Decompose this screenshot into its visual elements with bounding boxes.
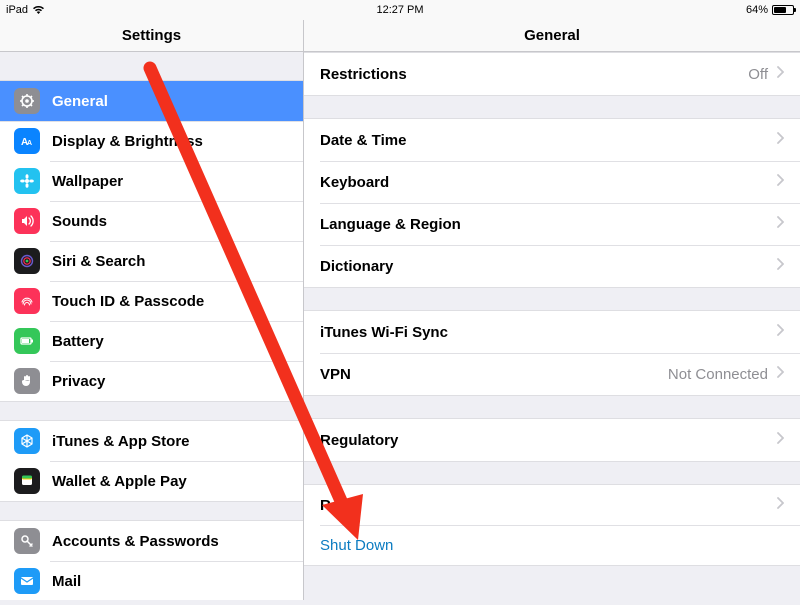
row-label: Reset [320,497,776,514]
general-detail-pane: Restrictions Off Date & Time Keyboard La… [304,52,800,600]
sidebar-item-label: Accounts & Passwords [52,533,289,550]
wifi-icon [32,5,45,15]
row-label: VPN [320,366,668,383]
sidebar-title: Settings [0,20,304,51]
sidebar-item-appstore[interactable]: iTunes & App Store [0,421,303,461]
device-label: iPad [6,4,28,16]
row-itunes-wifi-sync[interactable]: iTunes Wi-Fi Sync [304,311,800,353]
row-label: Date & Time [320,132,776,149]
sidebar-item-label: Wallet & Apple Pay [52,473,289,490]
row-language-region[interactable]: Language & Region [304,203,800,245]
gear-icon [14,88,40,114]
chevron-right-icon [776,215,784,233]
sidebar-item-accounts[interactable]: Accounts & Passwords [0,521,303,561]
battery-icon [772,5,794,15]
battery-icon [14,328,40,354]
sidebar-item-display[interactable]: AA Display & Brightness [0,121,303,161]
sidebar-item-siri[interactable]: Siri & Search [0,241,303,281]
flower-icon [14,168,40,194]
settings-sidebar: General AA Display & Brightness Wallpape… [0,52,304,600]
wallet-icon [14,468,40,494]
detail-title: General [304,20,800,51]
header-bar: Settings General [0,20,800,52]
row-label: Regulatory [320,432,776,449]
speaker-icon [14,208,40,234]
row-value: Off [748,66,768,83]
sidebar-item-wallet[interactable]: Wallet & Apple Pay [0,461,303,501]
detail-group-sync: iTunes Wi-Fi Sync VPN Not Connected [304,310,800,396]
sidebar-group-1: General AA Display & Brightness Wallpape… [0,80,303,402]
row-label: iTunes Wi-Fi Sync [320,324,776,341]
row-shut-down[interactable]: Shut Down [304,525,800,565]
row-reset[interactable]: Reset [304,485,800,525]
hand-icon [14,368,40,394]
row-dictionary[interactable]: Dictionary [304,245,800,287]
sidebar-item-label: Display & Brightness [52,133,289,150]
row-label: Language & Region [320,216,776,233]
status-bar: iPad 12:27 PM 64% [0,0,800,20]
detail-group-reset: Reset Shut Down [304,484,800,566]
sidebar-item-label: Privacy [52,373,289,390]
sidebar-item-touchid[interactable]: Touch ID & Passcode [0,281,303,321]
sidebar-item-label: Sounds [52,213,289,230]
chevron-right-icon [776,431,784,449]
sidebar-item-wallpaper[interactable]: Wallpaper [0,161,303,201]
sidebar-item-label: Siri & Search [52,253,289,270]
svg-text:A: A [27,140,32,147]
sidebar-item-privacy[interactable]: Privacy [0,361,303,401]
row-date-time[interactable]: Date & Time [304,119,800,161]
row-label: Dictionary [320,258,776,275]
clock: 12:27 PM [376,4,423,16]
row-keyboard[interactable]: Keyboard [304,161,800,203]
chevron-right-icon [776,496,784,514]
siri-icon [14,248,40,274]
row-restrictions[interactable]: Restrictions Off [304,53,800,95]
sidebar-item-mail[interactable]: Mail [0,561,303,600]
detail-group-localization: Date & Time Keyboard Language & Region D… [304,118,800,288]
sidebar-item-label: Wallpaper [52,173,289,190]
sidebar-item-battery[interactable]: Battery [0,321,303,361]
sidebar-item-general[interactable]: General [0,81,303,121]
detail-group-regulatory: Regulatory [304,418,800,462]
sidebar-item-label: Battery [52,333,289,350]
sidebar-item-label: Touch ID & Passcode [52,293,289,310]
battery-percent: 64% [746,4,768,16]
sidebar-item-label: iTunes & App Store [52,433,289,450]
chevron-right-icon [776,131,784,149]
chevron-right-icon [776,257,784,275]
mail-icon [14,568,40,594]
shut-down-link[interactable]: Shut Down [320,537,393,554]
text-size-icon: AA [14,128,40,154]
sidebar-group-3: Accounts & Passwords Mail [0,520,303,600]
chevron-right-icon [776,65,784,83]
chevron-right-icon [776,173,784,191]
row-label: Keyboard [320,174,776,191]
row-vpn[interactable]: VPN Not Connected [304,353,800,395]
row-label: Restrictions [320,66,748,83]
sidebar-item-sounds[interactable]: Sounds [0,201,303,241]
row-regulatory[interactable]: Regulatory [304,419,800,461]
fingerprint-icon [14,288,40,314]
sidebar-group-2: iTunes & App Store Wallet & Apple Pay [0,420,303,502]
sidebar-item-label: Mail [52,573,289,590]
sidebar-item-label: General [52,93,289,110]
row-value: Not Connected [668,366,768,383]
appstore-icon [14,428,40,454]
chevron-right-icon [776,323,784,341]
key-icon [14,528,40,554]
chevron-right-icon [776,365,784,383]
detail-group-restrictions: Restrictions Off [304,52,800,96]
